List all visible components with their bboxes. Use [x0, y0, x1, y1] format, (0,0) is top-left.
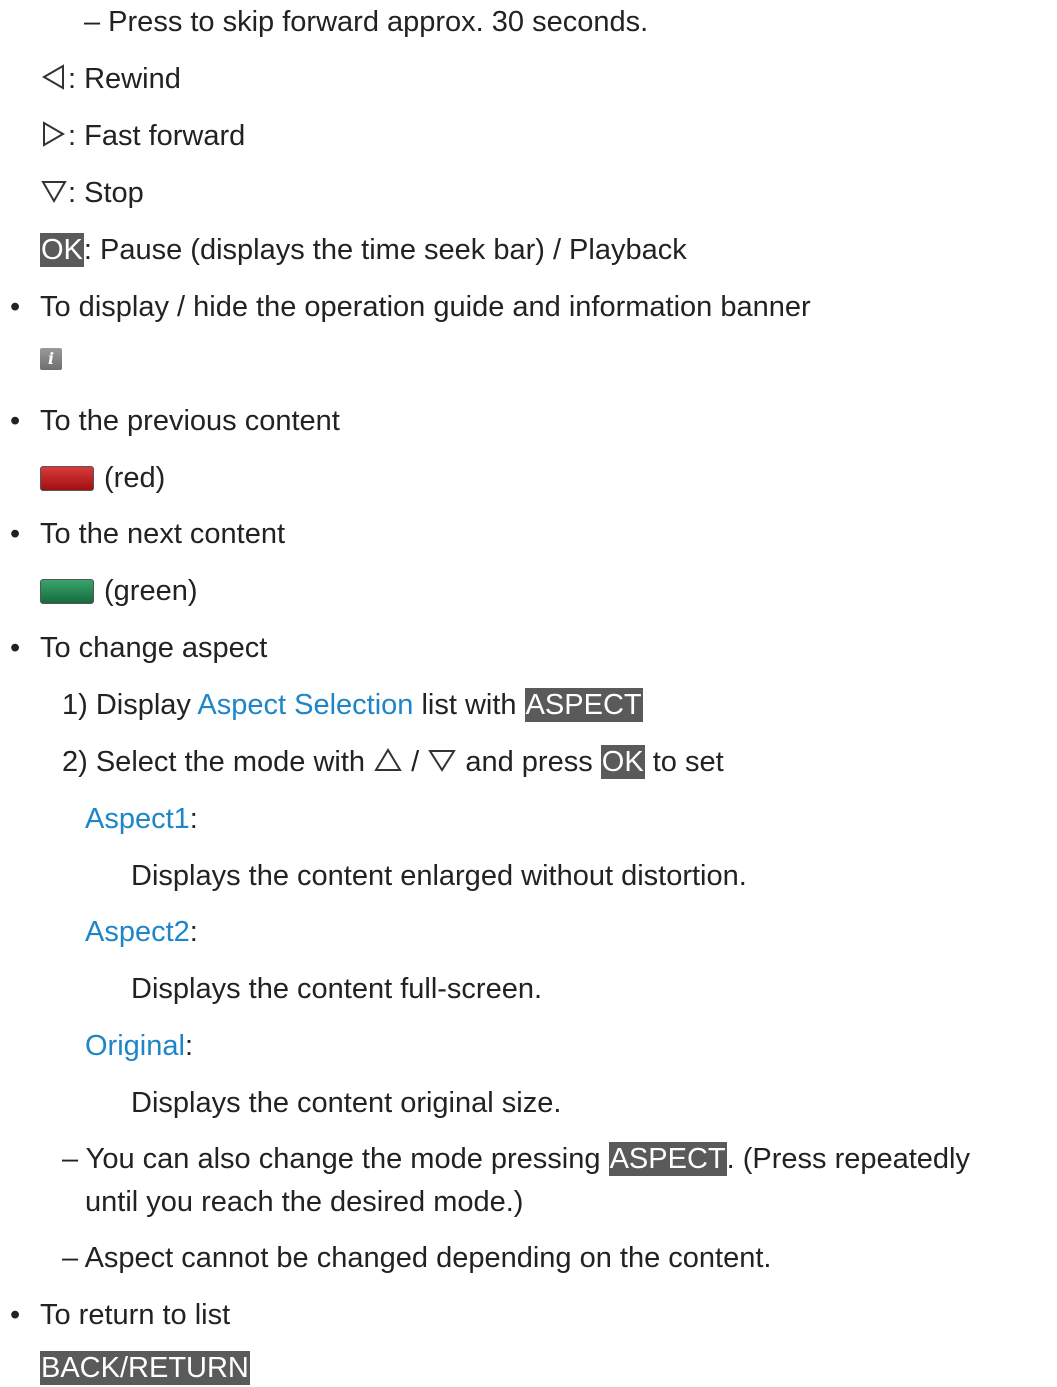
rewind-label: : Rewind [68, 63, 181, 95]
note1-prefix: – You can also change the mode pressing [62, 1143, 609, 1175]
info-icon: i [40, 348, 62, 370]
note1-suffix: . (Press repeatedly [726, 1143, 970, 1175]
step2-mid: and press [457, 746, 601, 778]
mode-name: Original [85, 1030, 185, 1062]
aspect-note-1-cont: until you reach the desired mode.) [85, 1186, 524, 1218]
rewind-row: : Rewind [40, 61, 181, 97]
next-text: To the next content [40, 518, 286, 550]
bullet: • [10, 405, 21, 437]
mode-aspect2-desc: Displays the content full-screen. [131, 973, 543, 1005]
aspect-key: ASPECT [524, 688, 643, 722]
mode-colon: : [189, 803, 198, 835]
fast-forward-row: : Fast forward [40, 118, 245, 154]
mode-aspect1-desc: Displays the content enlarged without di… [131, 860, 747, 892]
aspect-note-2: – Aspect cannot be changed depending on … [62, 1242, 772, 1274]
mode-original-desc: Displays the content original size. [131, 1087, 562, 1119]
aspect-text: To change aspect [40, 632, 268, 664]
mode-colon: : [184, 1030, 193, 1062]
mode-name: Aspect2 [85, 916, 190, 948]
red-button-icon [40, 466, 94, 491]
step2-suffix: to set [644, 746, 724, 778]
previous-text: To the previous content [40, 405, 340, 437]
mode-name: Aspect1 [85, 803, 190, 835]
bullet: • [10, 518, 21, 550]
mode-aspect1-title: Aspect1: [85, 801, 198, 837]
stop-row: : Stop [40, 175, 144, 211]
step2-prefix: 2) Select the mode with [62, 746, 374, 778]
info-text: To display / hide the operation guide an… [40, 291, 811, 323]
bullet: • [10, 1299, 21, 1331]
aspect-selection-link: Aspect Selection [197, 689, 414, 721]
stop-icon [41, 181, 67, 203]
green-label: (green) [104, 575, 198, 607]
back-return-row: BACK/RETURN [40, 1350, 250, 1386]
stop-label: : Stop [68, 177, 144, 209]
return-text: To return to list [40, 1299, 231, 1331]
pause-label: : Pause (displays the time seek bar) / P… [83, 234, 687, 266]
aspect-note-1: – You can also change the mode pressing … [62, 1141, 970, 1177]
mode-colon: : [189, 916, 198, 948]
aspect-step-1: 1) Display Aspect Selection list with AS… [62, 687, 643, 723]
fast-forward-label: : Fast forward [68, 120, 246, 152]
fast-forward-icon [43, 121, 65, 147]
up-triangle-icon [374, 748, 402, 771]
step2-slash: / [403, 746, 428, 778]
back-return-key: BACK/RETURN [40, 1351, 250, 1385]
aspect-step-2: 2) Select the mode with / and press OK t… [62, 744, 724, 780]
mode-aspect2-title: Aspect2: [85, 914, 198, 950]
mode-original-title: Original: [85, 1028, 193, 1064]
pause-row: OK: Pause (displays the time seek bar) /… [40, 232, 687, 268]
rewind-icon [42, 64, 64, 90]
skip-forward-note: – Press to skip forward approx. 30 secon… [84, 6, 649, 38]
ok-key: OK [40, 233, 84, 267]
green-button-icon [40, 579, 94, 604]
bullet: • [10, 291, 21, 323]
ok-key: OK [600, 745, 645, 779]
red-label: (red) [104, 462, 166, 494]
step1-prefix: 1) Display [62, 689, 198, 721]
step1-mid: list with [413, 689, 525, 721]
aspect-key: ASPECT [608, 1142, 727, 1176]
down-triangle-icon [428, 750, 457, 772]
bullet: • [10, 632, 21, 664]
